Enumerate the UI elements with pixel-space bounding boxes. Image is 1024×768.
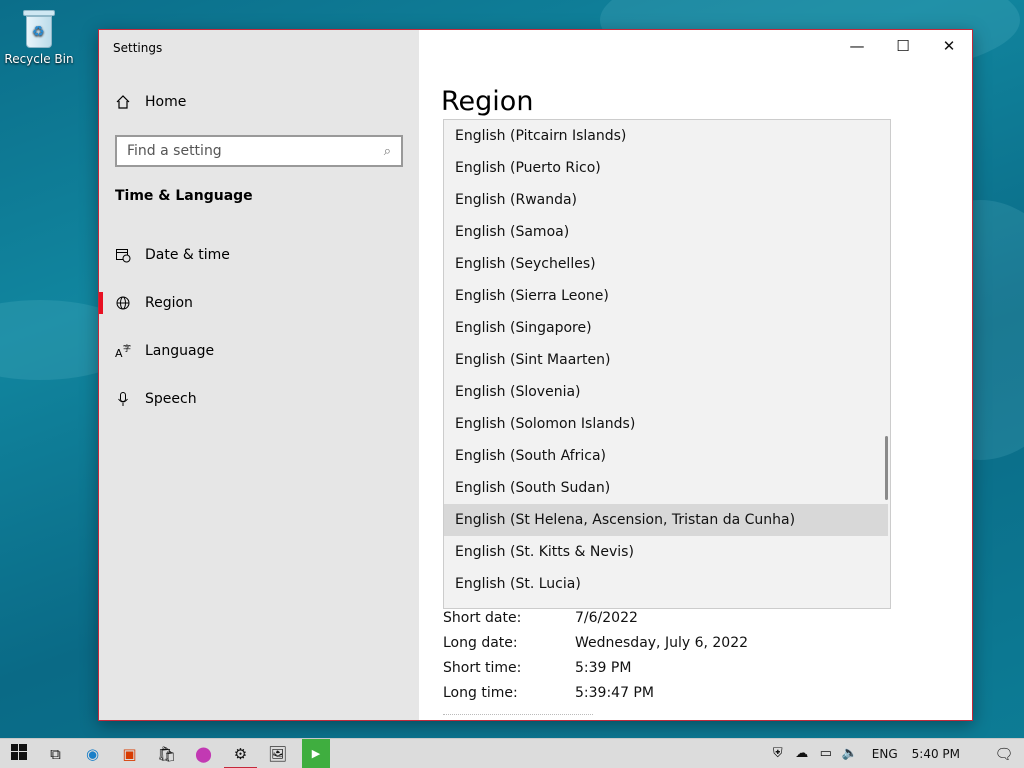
sidebar-item-label: Speech bbox=[145, 391, 197, 407]
settings-window: Settings Home Find a setting ⌕ Time & La… bbox=[98, 29, 973, 721]
taskbar: ⧉ ◉ ▣ 🛍 ⬤ ⚙ 🖼 ▶ ⛨ ☁ ▭ 🔈 ENG 5:40 PM 🗨 bbox=[0, 738, 1024, 768]
format-label: Short time: bbox=[443, 659, 522, 676]
microphone-icon bbox=[115, 391, 131, 407]
page-title: Region bbox=[441, 86, 534, 117]
app-icon: ▶ bbox=[311, 747, 321, 760]
edge-button[interactable]: ◉ bbox=[74, 739, 111, 768]
format-label: Long time: bbox=[443, 684, 518, 701]
start-button[interactable] bbox=[0, 739, 37, 768]
format-value: 7/6/2022 bbox=[575, 609, 638, 626]
format-row: Long date: Wednesday, July 6, 2022 bbox=[443, 630, 748, 655]
region-option[interactable]: English (St. Kitts & Nevis) bbox=[444, 536, 888, 568]
language-icon: A字 bbox=[115, 343, 131, 359]
windows-logo-icon bbox=[10, 743, 27, 764]
region-option[interactable]: English (Samoa) bbox=[444, 216, 888, 248]
sidebar: Settings Home Find a setting ⌕ Time & La… bbox=[99, 30, 419, 720]
map-pin-icon: ⬤ bbox=[195, 744, 212, 763]
region-option[interactable]: English (Singapore) bbox=[444, 312, 888, 344]
recycle-bin-icon bbox=[22, 8, 56, 48]
network-icon[interactable]: ☁ bbox=[790, 746, 814, 761]
format-value: 5:39 PM bbox=[575, 659, 632, 676]
minimize-button[interactable]: — bbox=[834, 30, 880, 62]
volume-icon[interactable]: 🔈 bbox=[838, 746, 862, 761]
section-title: Time & Language bbox=[115, 188, 253, 204]
maximize-button[interactable]: ☐ bbox=[880, 30, 926, 62]
region-option[interactable]: English (St. Lucia) bbox=[444, 568, 888, 600]
region-option[interactable]: English (Rwanda) bbox=[444, 184, 888, 216]
globe-icon bbox=[115, 295, 131, 311]
recycle-bin[interactable]: Recycle Bin bbox=[4, 8, 74, 66]
format-row: Short time: 5:39 PM bbox=[443, 655, 748, 680]
app-button[interactable]: ▶ bbox=[302, 738, 330, 768]
sidebar-item-speech[interactable]: Speech bbox=[115, 384, 197, 414]
region-option[interactable]: English (South Africa) bbox=[444, 440, 888, 472]
display-icon[interactable]: ▭ bbox=[814, 746, 838, 761]
region-option[interactable]: English (Seychelles) bbox=[444, 248, 888, 280]
region-option[interactable]: English (Sint Maarten) bbox=[444, 344, 888, 376]
region-dropdown-list[interactable]: English (Pitcairn Islands) English (Puer… bbox=[443, 119, 891, 609]
region-option[interactable]: English (Solomon Islands) bbox=[444, 408, 888, 440]
search-placeholder: Find a setting bbox=[127, 143, 222, 159]
format-label: Short date: bbox=[443, 609, 522, 626]
photos-button[interactable]: 🖼 bbox=[259, 739, 296, 768]
gear-icon: ⚙ bbox=[233, 744, 248, 763]
sidebar-item-label: Region bbox=[145, 295, 193, 311]
store-button[interactable]: 🛍 bbox=[148, 739, 185, 768]
sidebar-item-label: Language bbox=[145, 343, 215, 359]
photos-icon: 🖼 bbox=[267, 744, 288, 763]
edge-icon: ◉ bbox=[85, 744, 100, 763]
format-row: Short date: 7/6/2022 bbox=[443, 605, 748, 630]
system-tray: ⛨ ☁ ▭ 🔈 ENG 5:40 PM 🗨 bbox=[766, 739, 1024, 768]
clock[interactable]: 5:40 PM bbox=[912, 747, 960, 761]
region-option[interactable]: English (Slovenia) bbox=[444, 376, 888, 408]
region-option-selected[interactable]: English (St Helena, Ascension, Tristan d… bbox=[444, 504, 888, 536]
sidebar-item-label: Date & time bbox=[145, 247, 230, 263]
maps-button[interactable]: ⬤ bbox=[185, 739, 222, 768]
input-language[interactable]: ENG bbox=[872, 747, 898, 761]
recycle-bin-label: Recycle Bin bbox=[4, 52, 74, 66]
store-icon: 🛍 bbox=[156, 744, 177, 763]
region-option[interactable]: English (South Sudan) bbox=[444, 472, 888, 504]
regional-format-data: Short date: 7/6/2022 Long date: Wednesda… bbox=[443, 605, 748, 705]
sidebar-item-language[interactable]: A字 Language bbox=[115, 336, 214, 366]
home-nav-item[interactable]: Home bbox=[115, 94, 186, 110]
format-value: Wednesday, July 6, 2022 bbox=[575, 634, 749, 651]
sidebar-item-date-time[interactable]: Date & time bbox=[115, 240, 230, 270]
cutoff-link-hint bbox=[443, 714, 593, 718]
region-option[interactable]: English (Pitcairn Islands) bbox=[444, 120, 888, 152]
sidebar-item-region[interactable]: Region bbox=[99, 288, 193, 318]
notification-icon[interactable]: 🗨 bbox=[984, 745, 1024, 763]
format-row: Long time: 5:39:47 PM bbox=[443, 680, 748, 705]
main-content: — ☐ ✕ Region English (Pitcairn Islands) … bbox=[419, 30, 972, 720]
window-controls: — ☐ ✕ bbox=[834, 30, 972, 62]
format-label: Long date: bbox=[443, 634, 518, 651]
home-label: Home bbox=[145, 94, 187, 110]
home-icon bbox=[115, 94, 131, 110]
svg-text:字: 字 bbox=[123, 343, 131, 353]
format-value: 5:39:47 PM bbox=[575, 684, 654, 701]
task-view-button[interactable]: ⧉ bbox=[37, 739, 74, 768]
office-icon: ▣ bbox=[122, 744, 137, 763]
security-shield-icon[interactable]: ⛨ bbox=[766, 746, 790, 761]
window-title: Settings bbox=[113, 41, 163, 55]
office-button[interactable]: ▣ bbox=[111, 739, 148, 768]
calendar-clock-icon bbox=[115, 247, 131, 263]
dropdown-scrollbar[interactable] bbox=[885, 436, 888, 500]
svg-text:A: A bbox=[115, 347, 123, 359]
close-button[interactable]: ✕ bbox=[926, 30, 972, 62]
region-option[interactable]: English (Sierra Leone) bbox=[444, 280, 888, 312]
search-icon: ⌕ bbox=[383, 143, 391, 159]
region-option[interactable]: English (Puerto Rico) bbox=[444, 152, 888, 184]
search-input[interactable]: Find a setting ⌕ bbox=[115, 135, 403, 167]
settings-taskbar-button[interactable]: ⚙ bbox=[222, 739, 259, 768]
task-view-icon: ⧉ bbox=[50, 744, 61, 763]
